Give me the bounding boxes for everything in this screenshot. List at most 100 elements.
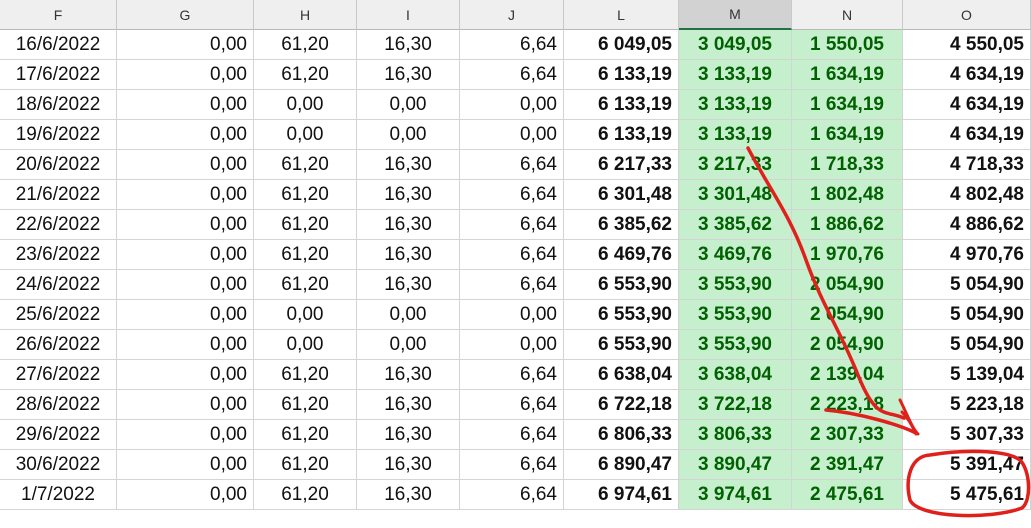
cell-h[interactable]: 0,00 (254, 300, 357, 330)
cell-n[interactable]: 1 886,62 (792, 210, 903, 240)
cell-n[interactable]: 1 970,76 (792, 240, 903, 270)
cell-o[interactable]: 4 634,19 (903, 60, 1031, 90)
cell-l[interactable]: 6 974,61 (564, 480, 679, 510)
cell-i[interactable]: 16,30 (357, 150, 460, 180)
cell-m[interactable]: 3 722,18 (679, 390, 792, 420)
cell-n[interactable]: 2 475,61 (792, 480, 903, 510)
cell-i[interactable]: 0,00 (357, 120, 460, 150)
cell-g[interactable]: 0,00 (117, 390, 254, 420)
cell-f[interactable]: 23/6/2022 (0, 240, 117, 270)
cell-j[interactable]: 6,64 (460, 150, 564, 180)
column-header-j[interactable]: J (460, 0, 564, 30)
cell-o[interactable]: 4 634,19 (903, 120, 1031, 150)
cell-g[interactable]: 0,00 (117, 360, 254, 390)
cell-j[interactable]: 0,00 (460, 300, 564, 330)
cell-h[interactable]: 0,00 (254, 90, 357, 120)
cell-h[interactable]: 0,00 (254, 120, 357, 150)
cell-f[interactable]: 21/6/2022 (0, 180, 117, 210)
cell-n[interactable]: 2 223,18 (792, 390, 903, 420)
cell-i[interactable]: 16,30 (357, 30, 460, 60)
cell-j[interactable]: 6,64 (460, 480, 564, 510)
cell-i[interactable]: 16,30 (357, 210, 460, 240)
cell-n[interactable]: 1 550,05 (792, 30, 903, 60)
cell-f[interactable]: 18/6/2022 (0, 90, 117, 120)
column-header-o[interactable]: O (903, 0, 1031, 30)
cell-o[interactable]: 4 718,33 (903, 150, 1031, 180)
cell-h[interactable]: 61,20 (254, 390, 357, 420)
cell-j[interactable]: 6,64 (460, 390, 564, 420)
cell-h[interactable]: 61,20 (254, 420, 357, 450)
cell-g[interactable]: 0,00 (117, 420, 254, 450)
cell-f[interactable]: 28/6/2022 (0, 390, 117, 420)
cell-j[interactable]: 6,64 (460, 60, 564, 90)
cell-m[interactable]: 3 133,19 (679, 90, 792, 120)
cell-n[interactable]: 1 718,33 (792, 150, 903, 180)
cell-i[interactable]: 0,00 (357, 300, 460, 330)
cell-f[interactable]: 16/6/2022 (0, 30, 117, 60)
cell-j[interactable]: 6,64 (460, 210, 564, 240)
cell-m[interactable]: 3 301,48 (679, 180, 792, 210)
cell-n[interactable]: 1 802,48 (792, 180, 903, 210)
cell-h[interactable]: 61,20 (254, 180, 357, 210)
cell-h[interactable]: 61,20 (254, 240, 357, 270)
cell-o[interactable]: 4 634,19 (903, 90, 1031, 120)
cell-m[interactable]: 3 469,76 (679, 240, 792, 270)
cell-l[interactable]: 6 469,76 (564, 240, 679, 270)
cell-j[interactable]: 6,64 (460, 270, 564, 300)
cell-m[interactable]: 3 553,90 (679, 300, 792, 330)
cell-o[interactable]: 5 307,33 (903, 420, 1031, 450)
column-header-i[interactable]: I (357, 0, 460, 30)
cell-n[interactable]: 2 054,90 (792, 300, 903, 330)
cell-j[interactable]: 0,00 (460, 90, 564, 120)
cell-j[interactable]: 0,00 (460, 330, 564, 360)
cell-l[interactable]: 6 049,05 (564, 30, 679, 60)
cell-g[interactable]: 0,00 (117, 90, 254, 120)
cell-n[interactable]: 2 391,47 (792, 450, 903, 480)
column-header-m[interactable]: M (679, 0, 792, 30)
cell-h[interactable]: 61,20 (254, 60, 357, 90)
cell-f[interactable]: 25/6/2022 (0, 300, 117, 330)
cell-f[interactable]: 24/6/2022 (0, 270, 117, 300)
cell-o[interactable]: 4 970,76 (903, 240, 1031, 270)
column-header-h[interactable]: H (254, 0, 357, 30)
cell-i[interactable]: 16,30 (357, 360, 460, 390)
cell-h[interactable]: 61,20 (254, 450, 357, 480)
cell-i[interactable]: 16,30 (357, 270, 460, 300)
cell-g[interactable]: 0,00 (117, 300, 254, 330)
cell-l[interactable]: 6 133,19 (564, 90, 679, 120)
cell-g[interactable]: 0,00 (117, 210, 254, 240)
cell-f[interactable]: 19/6/2022 (0, 120, 117, 150)
column-header-f[interactable]: F (0, 0, 117, 30)
cell-m[interactable]: 3 217,33 (679, 150, 792, 180)
cell-i[interactable]: 0,00 (357, 330, 460, 360)
cell-h[interactable]: 61,20 (254, 30, 357, 60)
cell-h[interactable]: 61,20 (254, 270, 357, 300)
cell-j[interactable]: 6,64 (460, 180, 564, 210)
cell-h[interactable]: 61,20 (254, 150, 357, 180)
cell-f[interactable]: 1/7/2022 (0, 480, 117, 510)
cell-m[interactable]: 3 806,33 (679, 420, 792, 450)
cell-f[interactable]: 17/6/2022 (0, 60, 117, 90)
cell-g[interactable]: 0,00 (117, 180, 254, 210)
cell-l[interactable]: 6 553,90 (564, 270, 679, 300)
cell-l[interactable]: 6 217,33 (564, 150, 679, 180)
cell-i[interactable]: 16,30 (357, 420, 460, 450)
cell-m[interactable]: 3 133,19 (679, 60, 792, 90)
cell-o[interactable]: 4 550,05 (903, 30, 1031, 60)
cell-f[interactable]: 26/6/2022 (0, 330, 117, 360)
cell-l[interactable]: 6 385,62 (564, 210, 679, 240)
cell-l[interactable]: 6 133,19 (564, 60, 679, 90)
cell-m[interactable]: 3 385,62 (679, 210, 792, 240)
cell-m[interactable]: 3 133,19 (679, 120, 792, 150)
cell-f[interactable]: 30/6/2022 (0, 450, 117, 480)
cell-i[interactable]: 0,00 (357, 90, 460, 120)
cell-o[interactable]: 5 475,61 (903, 480, 1031, 510)
cell-i[interactable]: 16,30 (357, 240, 460, 270)
cell-g[interactable]: 0,00 (117, 150, 254, 180)
column-header-n[interactable]: N (792, 0, 903, 30)
cell-l[interactable]: 6 722,18 (564, 390, 679, 420)
column-header-g[interactable]: G (117, 0, 254, 30)
cell-l[interactable]: 6 890,47 (564, 450, 679, 480)
cell-o[interactable]: 5 054,90 (903, 270, 1031, 300)
cell-i[interactable]: 16,30 (357, 450, 460, 480)
